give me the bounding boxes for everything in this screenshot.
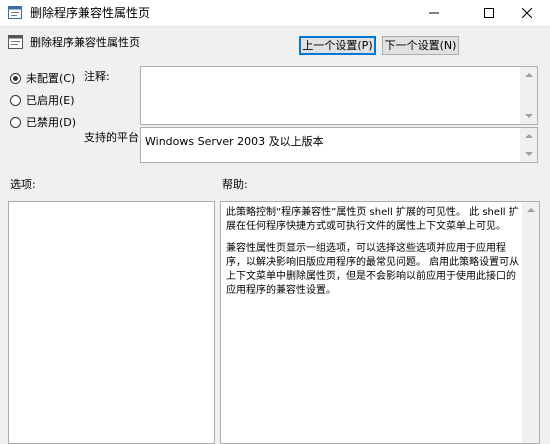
window-title: 删除程序兼容性属性页 bbox=[30, 6, 151, 20]
previous-setting-button[interactable]: 上一个设置(P) bbox=[299, 36, 376, 55]
policy-app-icon bbox=[8, 6, 22, 19]
title-bar: 删除程序兼容性属性页 bbox=[0, 0, 550, 27]
help-paragraph: 兼容性属性页显示一组选项，可以选择这些选项并应用于应用程序，以解决影响旧版应用程… bbox=[226, 243, 520, 296]
scroll-up-icon bbox=[527, 208, 535, 212]
minimize-icon bbox=[429, 8, 439, 18]
platform-value: Windows Server 2003 及以上版本 bbox=[145, 135, 324, 148]
close-button[interactable] bbox=[504, 0, 550, 26]
minimize-button[interactable] bbox=[411, 0, 457, 26]
next-setting-button[interactable]: 下一个设置(N) bbox=[382, 36, 459, 55]
radio-label: 已禁用(D) bbox=[26, 116, 77, 129]
maximize-icon bbox=[484, 8, 494, 18]
options-label: 选项: bbox=[10, 178, 36, 191]
scroll-down-icon bbox=[525, 152, 533, 156]
platform-label: 支持的平台: bbox=[84, 131, 143, 144]
options-panel bbox=[8, 201, 215, 444]
radio-enabled[interactable]: 已启用(E) bbox=[10, 92, 75, 108]
radio-indicator bbox=[10, 72, 21, 84]
comment-scrollbar[interactable] bbox=[520, 67, 537, 124]
help-scrollbar[interactable] bbox=[522, 202, 539, 443]
help-paragraph: 此策略控制“程序兼容性”属性页 shell 扩展的可见性。 此 shell 扩展… bbox=[226, 207, 519, 232]
radio-label: 未配置(C) bbox=[26, 72, 76, 85]
comment-label: 注释: bbox=[84, 70, 110, 83]
platform-box: Windows Server 2003 及以上版本 bbox=[140, 127, 538, 163]
radio-not-configured[interactable]: 未配置(C) bbox=[10, 70, 75, 86]
scroll-down-icon bbox=[525, 114, 533, 118]
help-panel: 此策略控制“程序兼容性”属性页 shell 扩展的可见性。 此 shell 扩展… bbox=[220, 201, 540, 444]
platform-scrollbar[interactable] bbox=[520, 128, 537, 162]
policy-title: 删除程序兼容性属性页 bbox=[30, 36, 140, 49]
radio-label: 已启用(E) bbox=[26, 94, 75, 107]
radio-indicator bbox=[10, 94, 21, 106]
scroll-up-icon bbox=[525, 73, 533, 77]
close-icon bbox=[522, 8, 532, 18]
scroll-up-icon bbox=[525, 134, 533, 138]
comment-textarea[interactable] bbox=[140, 66, 538, 125]
policy-setting-icon bbox=[8, 35, 23, 49]
help-text: 此策略控制“程序兼容性”属性页 shell 扩展的可见性。 此 shell 扩展… bbox=[226, 206, 522, 306]
radio-disabled[interactable]: 已禁用(D) bbox=[10, 114, 76, 130]
radio-indicator bbox=[10, 116, 21, 128]
help-label: 帮助: bbox=[222, 178, 248, 191]
